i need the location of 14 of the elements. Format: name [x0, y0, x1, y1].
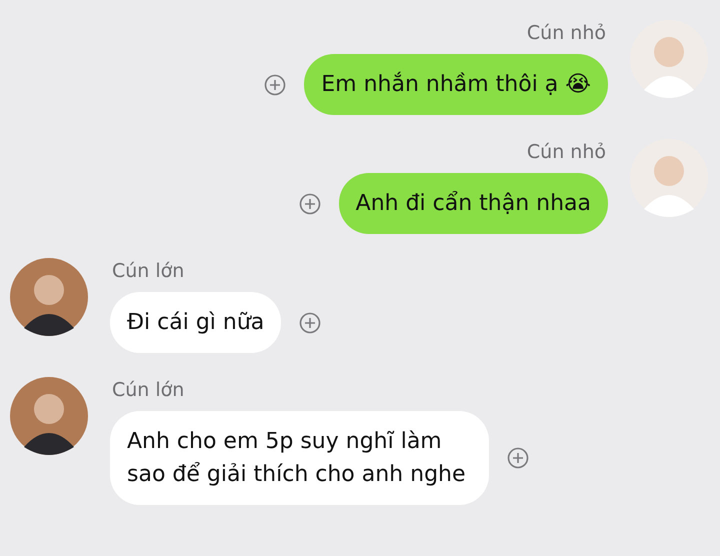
avatar-icon[interactable]: [10, 377, 88, 455]
add-reaction-icon[interactable]: [507, 447, 529, 469]
add-reaction-icon[interactable]: [299, 312, 322, 334]
avatar-icon[interactable]: [10, 258, 88, 336]
sender-name: Cún nhỏ: [526, 140, 607, 165]
message-bubble: Anh cho em 5p suy nghĩ làm sao để giải thích cho anh nghe: [110, 411, 489, 505]
sender-name: Cún lớn: [111, 378, 186, 403]
message-bubble: Em nhắn nhầm thôi ạ 😭: [304, 54, 608, 115]
add-reaction-icon[interactable]: [298, 192, 321, 214]
add-reaction-icon[interactable]: [264, 74, 286, 96]
message-bubble: Anh đi cẩn thận nhaa: [338, 173, 608, 234]
sender-name: Cún nhỏ: [526, 21, 607, 46]
sender-name: Cún lớn: [111, 259, 186, 284]
message-bubble: Đi cái gì nữa: [110, 292, 282, 353]
